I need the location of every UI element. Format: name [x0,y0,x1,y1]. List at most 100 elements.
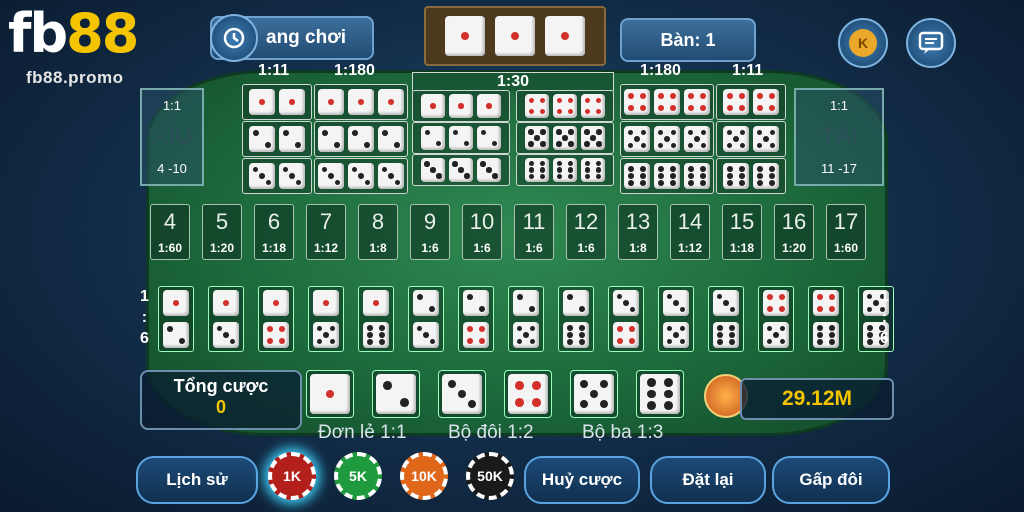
die-face-3 [249,163,275,189]
history-clock-icon [210,14,258,62]
xiu-label: XỈU [151,123,192,150]
combo-bet-2-5[interactable] [508,286,544,352]
die-face-3 [449,158,473,182]
die-face-3 [613,290,639,316]
any-triple-5[interactable] [516,122,614,154]
sum-odds: 1:6 [421,241,439,255]
sum-bet-16[interactable]: 16 1:20 [774,204,814,260]
double-bet-1[interactable] [242,84,312,120]
die-face-1 [310,374,350,414]
double-bet-6[interactable] [716,158,786,194]
double-bet-4[interactable] [716,84,786,120]
triple-bet-3[interactable] [314,158,408,194]
any-triple-1[interactable] [412,90,510,122]
tai-bet-area[interactable]: 1:1 TÀI 11 -17 [794,88,884,186]
sum-bet-5[interactable]: 5 1:20 [202,204,242,260]
sum-bet-7[interactable]: 7 1:12 [306,204,346,260]
sum-bet-15[interactable]: 15 1:18 [722,204,762,260]
sum-bet-9[interactable]: 9 1:6 [410,204,450,260]
combo-bet-3-5[interactable] [658,286,694,352]
single-bet-2[interactable] [372,370,420,418]
sum-number: 9 [423,209,437,234]
die-face-2 [249,126,275,152]
any-triple-2[interactable] [412,122,510,154]
die-face-5 [574,374,614,414]
doubles-odds-left: 1:11 [258,62,290,79]
combo-bet-1-2[interactable] [158,286,194,352]
single-bet-5[interactable] [570,370,618,418]
combo-bet-4-5[interactable] [758,286,794,352]
die-face-1 [313,290,339,316]
triple-bet-2[interactable] [314,121,408,157]
triple-bet-6[interactable] [620,158,714,194]
combo-bet-1-5[interactable] [308,286,344,352]
triple-bet-1[interactable] [314,84,408,120]
combo-bet-1-4[interactable] [258,286,294,352]
double-bet-2[interactable] [242,121,312,157]
die-face-5 [663,322,689,348]
single-bet-4[interactable] [504,370,552,418]
sum-bet-8[interactable]: 8 1:8 [358,204,398,260]
mode-label: ang chơi [266,27,347,48]
sum-bet-14[interactable]: 14 1:12 [670,204,710,260]
combo-bet-1-6[interactable] [358,286,394,352]
double-bet-3[interactable] [242,158,312,194]
combo-bet-2-4[interactable] [458,286,494,352]
double-bet-button[interactable]: Gấp đôi [772,456,890,504]
die-face-1 [263,290,289,316]
sum-number: 12 [573,209,599,234]
combo-bet-4-6[interactable] [808,286,844,352]
chip-1k[interactable]: 1K [268,452,316,500]
combo-bet-3-4[interactable] [608,286,644,352]
sum-bet-11[interactable]: 11 1:6 [514,204,554,260]
die-face-6 [553,158,577,182]
sum-bet-6[interactable]: 6 1:18 [254,204,294,260]
die-face-1 [495,16,535,56]
sum-odds: 1:6 [577,241,595,255]
cancel-bet-button[interactable]: Huỷ cược [524,456,640,504]
sum-number: 10 [469,209,495,234]
sum-bet-17[interactable]: 17 1:60 [826,204,866,260]
reset-button[interactable]: Đặt lại [650,456,766,504]
die-face-5 [313,322,339,348]
combo-bet-2-6[interactable] [558,286,594,352]
coin-button[interactable]: K [838,18,888,68]
die-face-1 [421,94,445,118]
sum-bets-row: 4 1:60 5 1:20 6 1:18 7 1:12 8 1:8 9 1:6 10 1:6 11 1:6 12… [150,204,866,260]
die-face-1 [449,94,473,118]
single-bet-6[interactable] [636,370,684,418]
double-bet-5[interactable] [716,121,786,157]
xiu-bet-area[interactable]: 1:1 XỈU 4 -10 [140,88,204,186]
history-button[interactable]: Lịch sử [136,456,258,504]
any-triple-odds: 1:30 [496,73,530,90]
combo-bet-2-3[interactable] [408,286,444,352]
sum-bet-10[interactable]: 10 1:6 [462,204,502,260]
single-bet-3[interactable] [438,370,486,418]
fb88-logo: fb88 [8,2,139,65]
triple-bet-5[interactable] [620,121,714,157]
balance-display: 29.12M [740,378,894,420]
any-triple-6[interactable] [516,154,614,186]
single-bet-1[interactable] [306,370,354,418]
doubles-odds-right: 1:11 [732,62,764,79]
chat-button[interactable] [906,18,956,68]
any-triple-4[interactable] [516,90,614,122]
mode-button[interactable]: ang chơi [210,14,374,62]
tai-label: TÀI [820,123,858,150]
combo-bet-1-3[interactable] [208,286,244,352]
chip-5k[interactable]: 5K [334,452,382,500]
sum-odds: 1:18 [729,241,755,255]
die-face-3 [318,163,344,189]
die-face-6 [713,322,739,348]
sum-bet-13[interactable]: 13 1:8 [618,204,658,260]
combo-bet-3-6[interactable] [708,286,744,352]
triple-bet-4[interactable] [620,84,714,120]
chip-50k[interactable]: 50K [466,452,514,500]
sum-bet-12[interactable]: 12 1:6 [566,204,606,260]
sum-odds: 1:60 [157,241,183,255]
die-face-2 [376,374,416,414]
chip-10k[interactable]: 10K [400,452,448,500]
combo-odds-right: 1:6 [880,288,889,347]
any-triple-3[interactable] [412,154,510,186]
sum-bet-4[interactable]: 4 1:60 [150,204,190,260]
